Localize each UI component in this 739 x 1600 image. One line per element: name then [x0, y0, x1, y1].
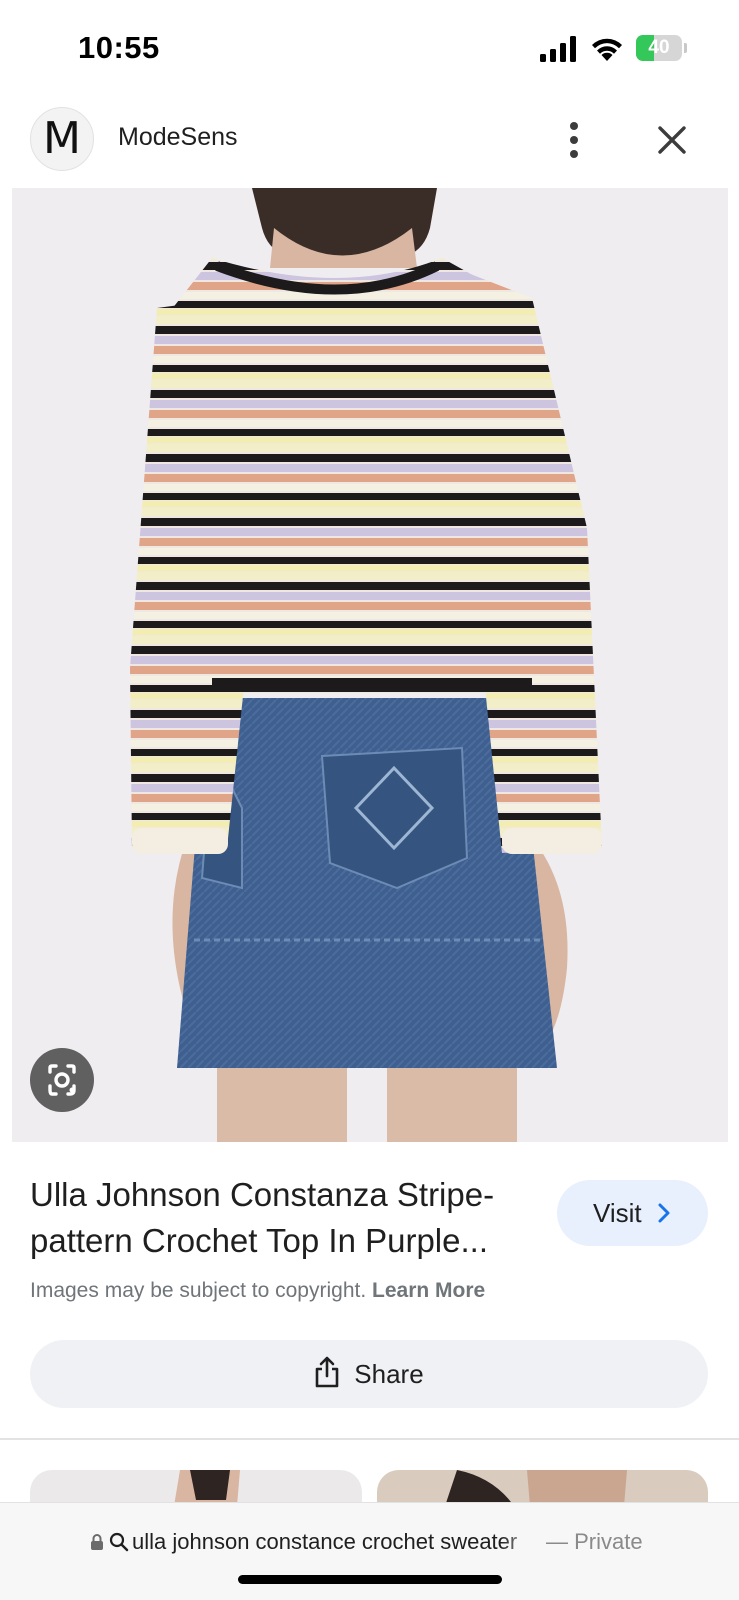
search-icon: [109, 1532, 129, 1552]
battery-label: 40: [648, 37, 670, 58]
private-mode-label: — Private: [546, 1529, 643, 1554]
learn-more-link[interactable]: Learn More: [372, 1279, 485, 1302]
signal-icon: [540, 36, 576, 62]
result-header: M ModeSens: [0, 96, 739, 188]
product-image[interactable]: [12, 188, 728, 1142]
status-bar: 10:55 40: [0, 0, 739, 96]
copyright-text: Images may be subject to copyright.: [30, 1279, 367, 1302]
site-avatar[interactable]: M: [30, 107, 94, 171]
site-name[interactable]: ModeSens: [118, 123, 238, 152]
divider: [0, 1438, 739, 1440]
browser-address-bar[interactable]: ulla johnson constance crochet sweater —…: [0, 1502, 739, 1600]
product-photo-illustration: [12, 188, 728, 1142]
share-icon: [315, 1356, 339, 1388]
close-icon[interactable]: [652, 120, 692, 160]
status-time: 10:55: [78, 30, 160, 65]
wifi-icon: [592, 38, 622, 61]
lock-icon: [91, 1534, 103, 1550]
share-label: Share: [354, 1359, 424, 1389]
share-button[interactable]: Share: [30, 1340, 708, 1408]
url-row[interactable]: ulla johnson constance crochet sweater —…: [90, 1527, 690, 1559]
home-indicator[interactable]: [238, 1575, 502, 1584]
chevron-right-icon: [658, 1203, 670, 1223]
page: 10:55 40 M ModeSens Ulla Johnson Constan…: [0, 0, 739, 1600]
visit-button[interactable]: Visit: [557, 1180, 708, 1246]
battery-icon: 40: [636, 35, 687, 61]
result-title[interactable]: Ulla Johnson Constanza Stripe-pattern Cr…: [30, 1172, 540, 1264]
google-lens-button[interactable]: [30, 1048, 94, 1112]
copyright-note: Images may be subject to copyright. Lear…: [30, 1279, 485, 1303]
url-query-text: ulla johnson constance crochet sweater: [132, 1529, 518, 1554]
visit-label: Visit: [593, 1198, 642, 1228]
google-lens-icon: [48, 1064, 76, 1096]
more-vert-icon[interactable]: [556, 118, 592, 162]
